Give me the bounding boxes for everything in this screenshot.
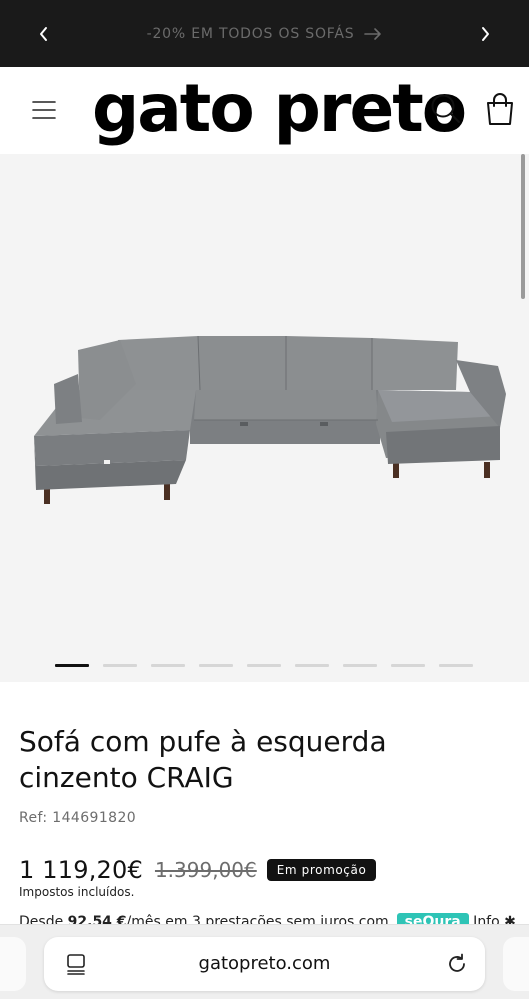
gallery-dot[interactable] [103, 664, 137, 667]
site-header: gato preto [0, 67, 529, 154]
address-bar[interactable]: gatopreto.com [44, 937, 485, 991]
gallery-dot[interactable] [199, 664, 233, 667]
promo-badge: Em promoção [266, 859, 377, 881]
search-button[interactable] [428, 91, 464, 127]
gallery-dot[interactable] [247, 664, 281, 667]
announcement-link[interactable]: -20% EM TODOS OS SOFÁS [147, 26, 383, 42]
gallery-dot[interactable] [343, 664, 377, 667]
gallery-dot[interactable] [295, 664, 329, 667]
tax-note: Impostos incluídos. [19, 885, 135, 899]
browser-toolbar: gatopreto.com [0, 924, 529, 999]
gallery-pagination [55, 664, 473, 667]
previous-tab[interactable] [0, 937, 26, 991]
product-ref: Ref: 144691820 [19, 810, 137, 826]
hamburger-menu-icon [32, 101, 56, 119]
announcement-text: -20% EM TODOS OS SOFÁS [146, 25, 355, 42]
next-tab[interactable] [503, 937, 529, 991]
site-logo[interactable]: gato preto [92, 70, 467, 148]
arrow-right-icon [364, 27, 382, 40]
search-icon [431, 94, 460, 123]
chevron-left-icon [40, 26, 47, 41]
sofa-image [34, 335, 506, 504]
product-gallery[interactable] [0, 154, 529, 682]
gallery-dot[interactable] [151, 664, 185, 667]
gallery-dot[interactable] [55, 664, 89, 667]
reload-icon[interactable] [445, 952, 469, 976]
product-title: Sofá com pufe à esquerda cinzento CRAIG [19, 725, 387, 794]
gallery-dot[interactable] [391, 664, 425, 667]
chevron-right-icon [482, 26, 489, 41]
announcement-bar: -20% EM TODOS OS SOFÁS [0, 0, 529, 67]
sale-price: 1 119,20€ [19, 856, 143, 884]
announcement-next-button[interactable] [455, 0, 515, 67]
menu-button[interactable] [22, 93, 66, 127]
cart-button[interactable] [482, 91, 518, 127]
price-row: 1 119,20€ 1.399,00€ Em promoção [19, 856, 377, 884]
gallery-dot[interactable] [439, 664, 473, 667]
shopping-bag-icon [487, 93, 513, 125]
page-scrollbar[interactable] [521, 154, 525, 299]
original-price: 1.399,00€ [154, 858, 257, 882]
url-text[interactable]: gatopreto.com [44, 937, 485, 991]
announcement-prev-button[interactable] [14, 0, 74, 67]
